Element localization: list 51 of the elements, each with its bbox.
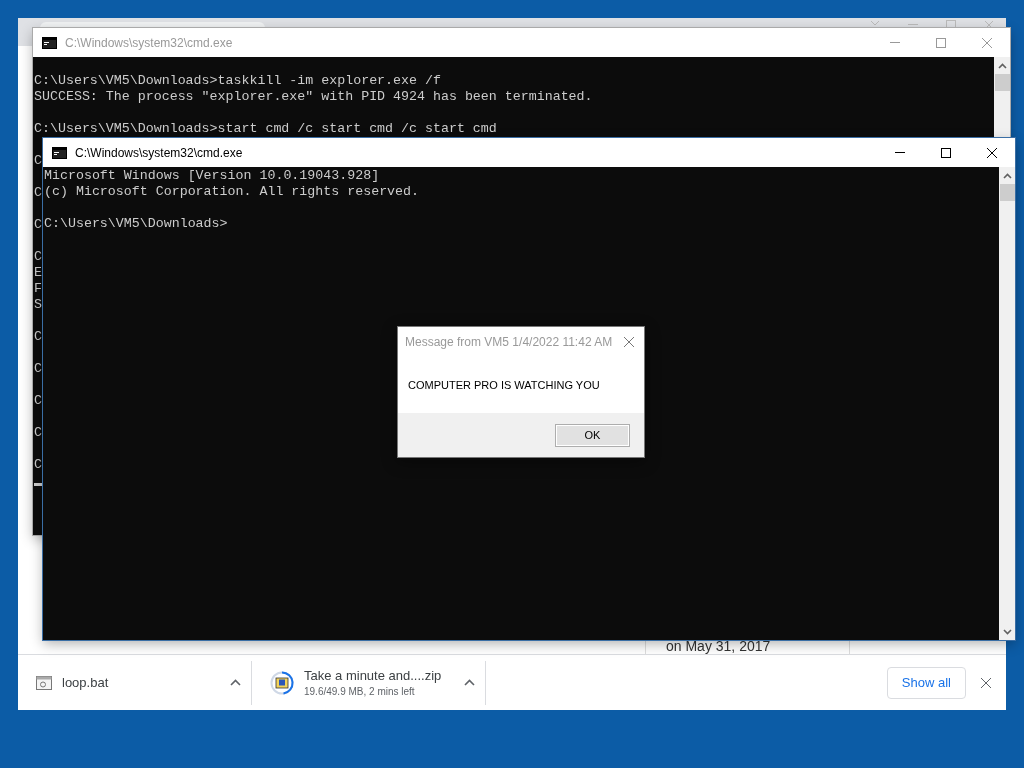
dialog-message: COMPUTER PRO IS WATCHING YOU [407, 378, 601, 393]
console-line: C [34, 153, 42, 169]
scroll-thumb[interactable] [994, 74, 1010, 91]
download-status: 19.6/49.9 MB, 2 mins left [304, 686, 416, 697]
console-line: E [34, 265, 42, 281]
file-name: loop.bat [62, 675, 110, 690]
console-line: (c) Microsoft Corporation. All rights reserved. [44, 184, 420, 200]
console-line: F [34, 281, 42, 297]
caret-icon[interactable] [464, 679, 475, 686]
console-line: S [34, 297, 42, 313]
scroll-down-icon[interactable] [1002, 628, 1012, 635]
scroll-thumb[interactable] [999, 184, 1015, 201]
close-icon [980, 676, 992, 689]
console-line: C:\Users\VM5\Downloads> [44, 216, 228, 232]
window-title: C:\Windows\system32\cmd.exe [65, 35, 233, 50]
console-line: C [34, 393, 42, 409]
console-line: C [34, 361, 42, 377]
text-cursor [34, 483, 42, 486]
show-all-button[interactable]: Show all [886, 666, 966, 699]
file-icon [36, 675, 52, 690]
close-icon [623, 336, 635, 348]
console-line: C [34, 329, 42, 345]
dialog-title: Message from VM5 1/4/2022 11:42 AM [405, 335, 613, 349]
console-line: C:\Users\VM5\Downloads>taskkill -im explorer.exe /f [34, 73, 441, 89]
minimize-icon [895, 152, 905, 153]
close-icon [981, 36, 993, 49]
chevron-icon[interactable] [870, 20, 880, 26]
console-line: SUCCESS: The process "explorer.exe" with PID 4924 has been terminated. [34, 89, 593, 105]
console-line: C [34, 425, 42, 441]
download-item[interactable]: loop.bat [18, 660, 252, 705]
maximize-icon [936, 37, 946, 48]
scroll-up-icon[interactable] [997, 62, 1007, 69]
maximize-icon [941, 147, 951, 158]
file-name: Take a minute and....zip [304, 668, 443, 683]
scroll-up-icon[interactable] [1002, 172, 1012, 179]
console-icon [52, 146, 67, 159]
caret-icon[interactable] [230, 679, 241, 686]
download-item[interactable]: Take a minute and....zip 19.6/49.9 MB, 2 mins left [252, 660, 486, 705]
console-line: C [34, 217, 42, 233]
console-icon [42, 36, 57, 49]
window-title: C:\Windows\system32\cmd.exe [75, 145, 243, 160]
close-icon [986, 146, 998, 159]
date-text: on May 31, 2017 [666, 638, 771, 654]
console-line: C [34, 457, 42, 473]
console-line: Microsoft Windows [Version 10.0.19043.928] [44, 168, 380, 184]
download-progress-icon [270, 670, 294, 695]
ok-button[interactable]: OK [555, 423, 630, 447]
console-line: C [34, 249, 42, 265]
console-line: C [34, 185, 42, 201]
console-line: C:\Users\VM5\Downloads>start cmd /c start cmd /c start cmd [34, 121, 497, 137]
minimize-icon [890, 42, 900, 43]
